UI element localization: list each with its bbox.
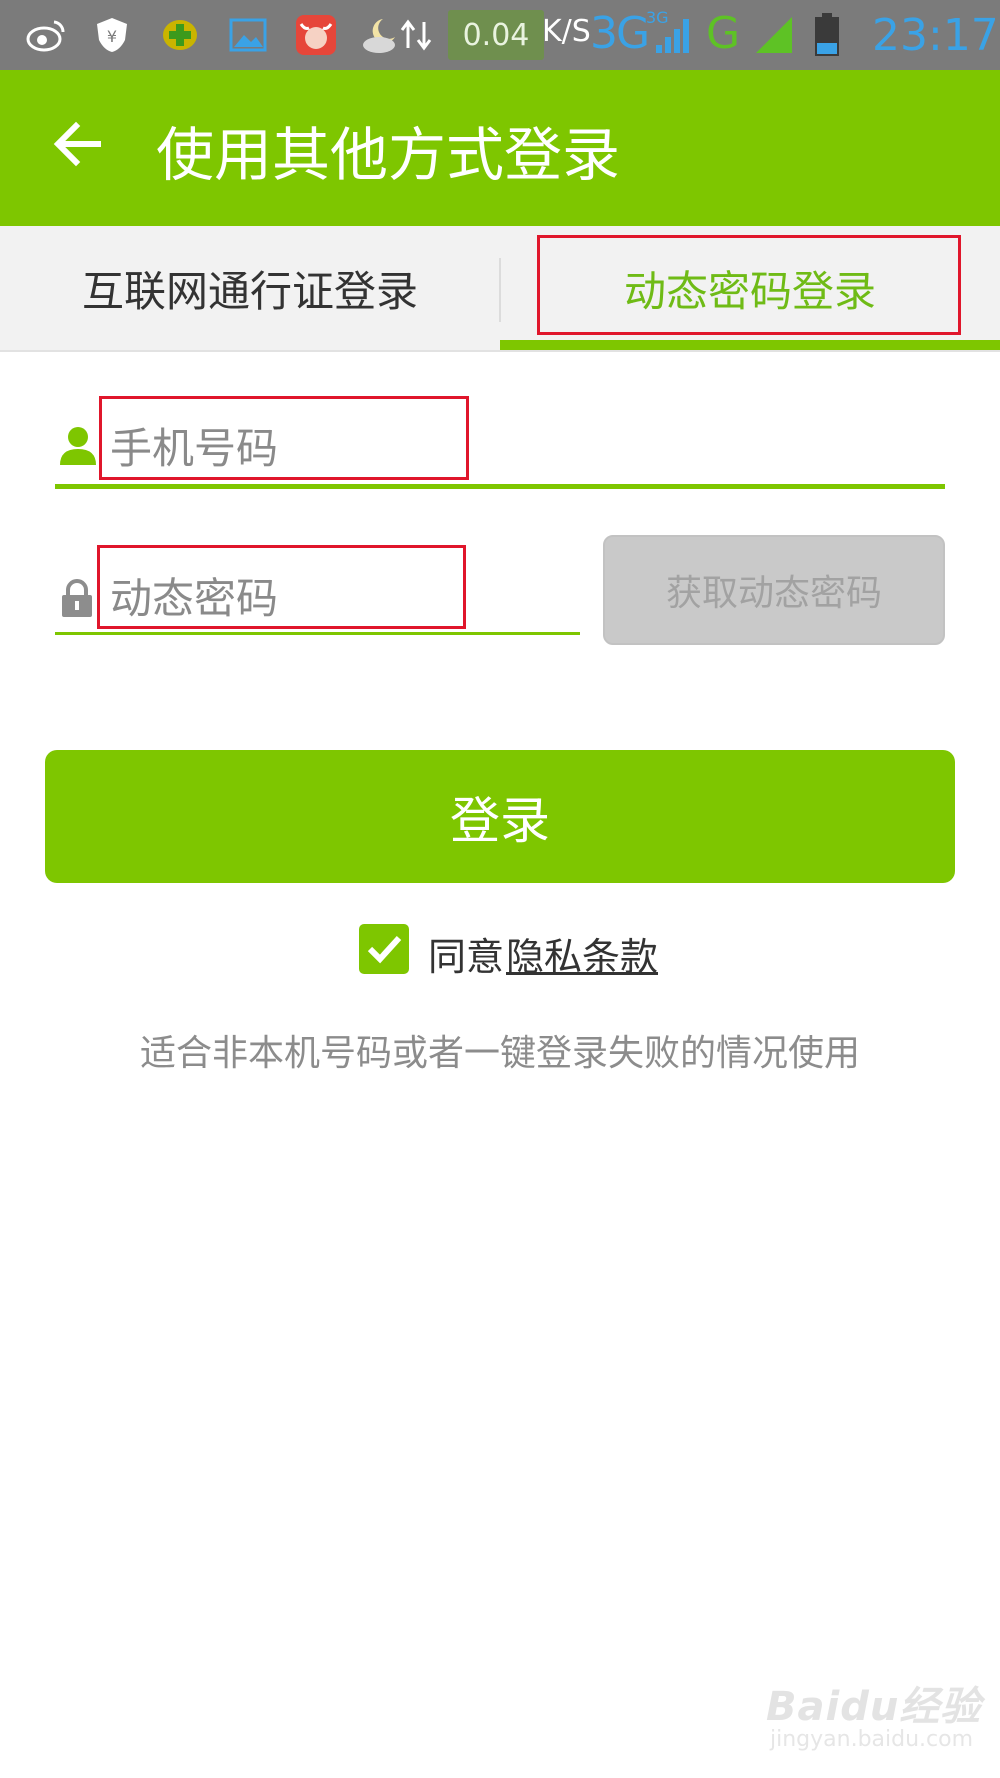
sync-icon [396,14,436,56]
back-arrow-icon[interactable] [52,118,104,170]
network-3g-label: 3G [590,8,650,59]
baidu-jingyan-watermark: Baidu经验 [766,1684,982,1730]
login-button[interactable]: 登录 [45,750,955,883]
network-speed-unit: K/S [542,14,591,49]
active-tab-indicator [500,340,1000,350]
network-speed: 0.04 [448,10,544,60]
status-bar: ¥ 0.04 K/S 3G 3G G 23:17 [0,0,1000,70]
signal-g-icon [752,14,796,56]
get-dynamic-password-button[interactable]: 获取动态密码 [603,535,945,645]
privacy-terms-link[interactable]: 隐私条款 [506,926,658,981]
svg-text:¥: ¥ [107,27,117,46]
weibo-icon [24,14,68,56]
tab-internet-pass-login[interactable]: 互联网通行证登录 [0,226,500,350]
lock-icon [60,578,94,618]
agree-label: 同意 [428,935,505,979]
clock-time: 23:17 [872,10,999,61]
image-icon [228,14,268,56]
plus-icon [160,14,200,56]
network-g-label: G [706,8,741,59]
phone-input-underline [55,484,945,489]
user-icon [60,425,96,467]
code-input-underline [55,632,580,635]
highlight-box-phone [99,396,469,480]
highlight-box-code [97,545,466,629]
highlight-box-tab [537,235,961,335]
usage-hint: 适合非本机号码或者一键登录失败的情况使用 [139,1033,860,1074]
agree-checkbox[interactable] [359,924,409,974]
battery-icon [812,13,842,56]
page-title: 使用其他方式登录 [156,121,621,189]
checkmark-icon [367,935,402,964]
shield-yuan-icon: ¥ [92,14,132,56]
watermark-url: jingyan.baidu.com [770,1727,974,1752]
bull-app-icon [294,14,338,56]
signal-3g-icon [652,14,696,56]
